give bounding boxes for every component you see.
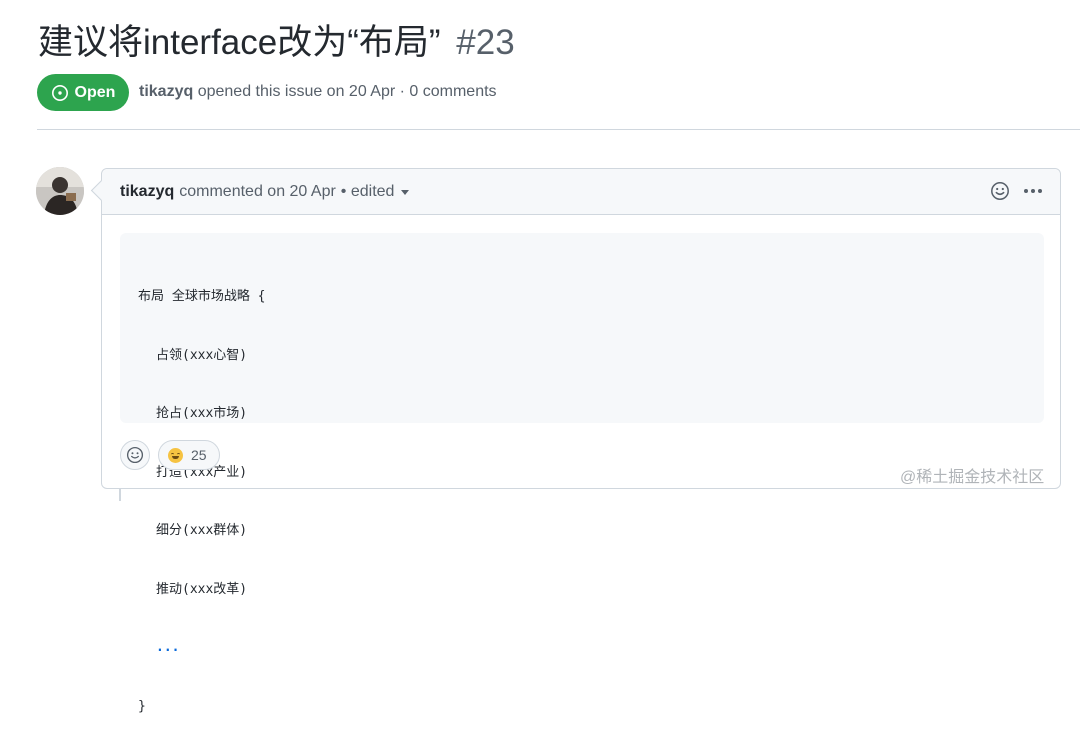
issue-state-badge: Open [37, 74, 129, 111]
issue-meta: tikazyq opened this issue on 20 Apr · 0 … [139, 83, 497, 101]
watermark: @稀土掘金技术社区 [900, 469, 1045, 486]
comment-header-actions [990, 181, 1042, 201]
code-block: 布局 全球市场战略 { 占领(xxx心智) 抢占(xxx市场) 打造(xxx产业… [120, 233, 1044, 714]
header-divider [37, 129, 1080, 130]
avatar[interactable] [36, 167, 84, 215]
more-options-icon[interactable] [1024, 181, 1042, 201]
reaction-button[interactable]: 25 [158, 440, 220, 470]
comment-action-text: commented on 20 Apr [179, 182, 336, 200]
code-line: 推动(xxx改革) [156, 581, 248, 597]
timeline-line [119, 489, 121, 501]
smiley-icon[interactable] [990, 181, 1010, 201]
issue-author-link[interactable]: tikazyq [139, 83, 193, 100]
code-line: } [138, 698, 146, 714]
issue-number: #23 [456, 23, 515, 62]
reactions-bar: 25 [120, 440, 220, 470]
add-reaction-button[interactable] [120, 440, 150, 470]
code-line: 占领(xxx心智) [156, 347, 248, 363]
code-line: 打造(xxx产业) [156, 464, 248, 480]
edited-label: • edited [340, 182, 395, 200]
edited-dropdown[interactable]: • edited [341, 183, 410, 201]
avatar-image [36, 167, 84, 215]
comment-header: tikazyq commented on 20 Apr • edited [102, 169, 1060, 215]
reaction-count: 25 [191, 447, 207, 463]
issue-state-label: Open [74, 83, 116, 101]
grinning-face-icon [168, 447, 183, 463]
code-line: ... [156, 640, 180, 655]
issue-meta-text: opened this issue on 20 Apr · 0 comments [197, 83, 497, 100]
code-line: 布局 全球市场战略 { [138, 289, 266, 304]
comment-author-link[interactable]: tikazyq [120, 183, 174, 201]
smiley-icon [126, 446, 144, 464]
code-line: 抢占(xxx市场) [156, 406, 248, 421]
code-line: 细分(xxx群体) [156, 523, 248, 538]
chevron-down-icon [401, 190, 410, 195]
issue-title: 建议将interface改为“布局” [38, 23, 441, 62]
comment-box: tikazyq commented on 20 Apr • edited 布局 … [90, 168, 1061, 714]
issue-open-icon [51, 84, 68, 101]
issue-title-row: 建议将interface改为“布局” #23 [38, 20, 515, 66]
